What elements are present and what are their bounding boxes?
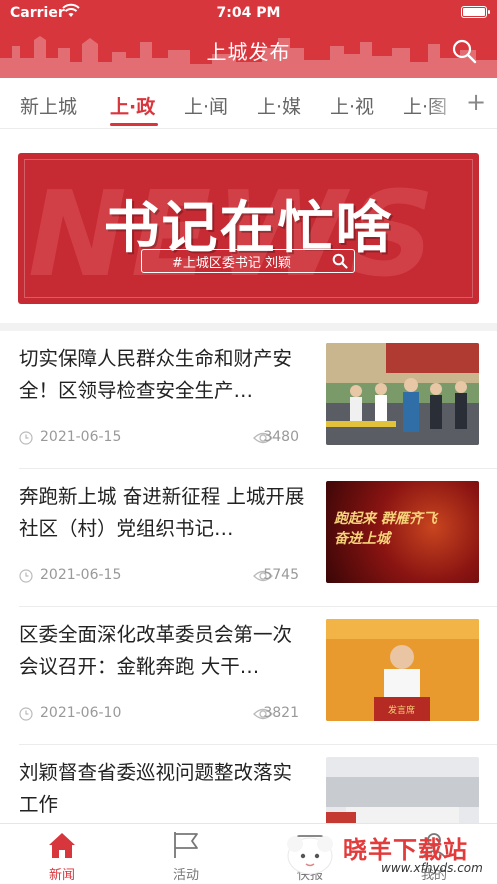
feature-banner[interactable]: NEWS 书记在忙啥 #上城区委书记 刘颖 xyxy=(18,153,479,304)
news-thumbnail: 跑起来 群雁齐飞 奋进上城 xyxy=(326,481,479,583)
clock-icon xyxy=(19,569,33,583)
news-item[interactable]: 奔跑新上城 奋进新征程 上城开展社区（村）党组织书记… 2021-06-15 5… xyxy=(0,469,497,607)
news-date: 2021-06-15 xyxy=(40,429,122,445)
home-icon xyxy=(49,833,75,858)
tab-xinshangcheng[interactable]: 新上城 xyxy=(20,92,77,119)
news-date: 2021-06-10 xyxy=(40,705,122,721)
news-title: 刘颖督查省委巡视问题整改落实工作 xyxy=(19,761,293,816)
tab-shangmei[interactable]: 上·媒 xyxy=(257,92,301,119)
active-tab-indicator xyxy=(110,123,158,126)
status-bar: Carrier 7:04 PM xyxy=(0,0,497,26)
clock-time: 7:04 PM xyxy=(216,5,281,21)
tab-shangwen[interactable]: 上·闻 xyxy=(184,92,228,119)
banner-tag: #上城区委书记 刘颖 xyxy=(172,256,292,271)
news-title: 切实保障人民群众生命和财产安全！区领导检查安全生产… xyxy=(19,347,293,402)
thumbnail-caption: 跑起来 群雁齐飞 奋进上城 xyxy=(334,511,437,547)
tab-label: 活动 xyxy=(172,868,199,883)
news-views: 5745 xyxy=(263,567,299,583)
search-icon[interactable] xyxy=(451,38,477,64)
banner-tag-box: #上城区委书记 刘颖 xyxy=(141,249,355,273)
news-item[interactable]: 切实保障人民群众生命和财产安全！区领导检查安全生产… 2021-06-15 34… xyxy=(0,331,497,469)
category-tabs: 新上城 上·政 上·闻 上·媒 上·视 上·图 + xyxy=(0,78,497,129)
news-thumbnail: 发言席 xyxy=(326,619,479,721)
search-icon xyxy=(332,253,348,269)
add-channel-icon[interactable]: + xyxy=(463,88,489,116)
news-item[interactable]: 区委全面深化改革委员会第一次会议召开：金靴奔跑 大干… 2021-06-10 3… xyxy=(0,607,497,745)
news-date: 2021-06-15 xyxy=(40,567,122,583)
tab-activities[interactable]: 活动 xyxy=(146,824,226,884)
tab-shangshi[interactable]: 上·视 xyxy=(330,92,374,119)
sheep-logo xyxy=(287,836,333,875)
site-watermark: 晓羊下载站 www.xfhyds.com xyxy=(283,826,493,882)
tab-news[interactable]: 新闻 xyxy=(22,824,102,884)
news-title: 区委全面深化改革委员会第一次会议召开：金靴奔跑 大干… xyxy=(19,623,293,678)
news-thumbnail xyxy=(326,343,479,445)
clock-icon xyxy=(19,707,33,721)
page-title: 上城发布 xyxy=(206,40,291,64)
tab-label: 新闻 xyxy=(48,868,75,883)
battery-icon xyxy=(461,6,490,18)
news-views: 3480 xyxy=(263,429,299,445)
flag-icon xyxy=(174,832,198,858)
watermark-brand: 晓羊下载站 xyxy=(343,836,468,864)
tab-shangzheng[interactable]: 上·政 xyxy=(110,92,155,119)
app-header: Carrier 7:04 PM 上城发布 xyxy=(0,0,497,78)
news-views: 3821 xyxy=(263,705,299,721)
clock-icon xyxy=(19,431,33,445)
watermark-url: www.xfhyds.com xyxy=(381,861,483,875)
thumbnail-caption: 发言席 xyxy=(388,706,416,716)
news-title: 奔跑新上城 奋进新征程 上城开展社区（村）党组织书记… xyxy=(19,485,305,540)
